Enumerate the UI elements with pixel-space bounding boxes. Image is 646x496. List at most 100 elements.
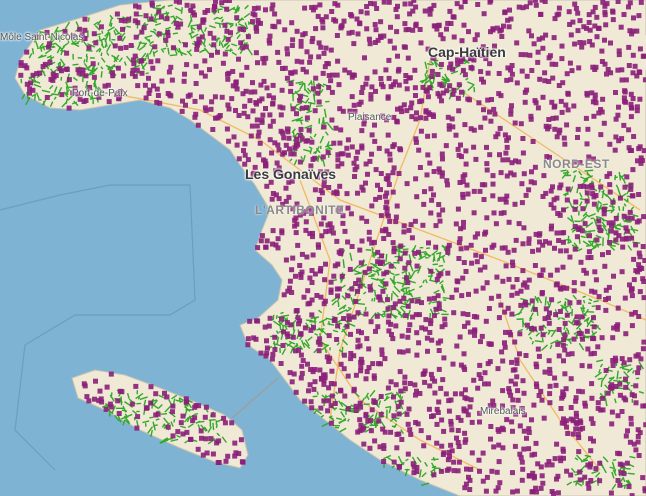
point-marker (468, 397, 474, 403)
point-marker (326, 185, 332, 190)
point-marker (556, 11, 562, 17)
point-marker (141, 25, 147, 31)
map-canvas[interactable] (0, 0, 646, 496)
point-marker (514, 80, 520, 86)
point-marker (341, 366, 347, 372)
point-marker (338, 361, 344, 367)
point-marker (148, 16, 154, 22)
point-marker (321, 301, 327, 307)
point-marker (472, 37, 478, 43)
point-marker (364, 26, 370, 32)
point-marker (458, 246, 464, 252)
point-marker (135, 83, 141, 89)
point-marker (329, 9, 335, 14)
point-marker (344, 323, 350, 329)
point-marker (609, 382, 615, 388)
point-marker (294, 308, 300, 313)
point-marker (396, 66, 402, 72)
point-marker (431, 413, 436, 419)
point-marker (572, 206, 578, 212)
point-marker (514, 40, 520, 46)
point-marker (300, 66, 306, 72)
point-marker (379, 347, 385, 353)
point-marker (466, 291, 471, 297)
point-marker (610, 17, 616, 23)
point-marker (322, 277, 328, 283)
point-marker (508, 332, 514, 338)
point-marker (323, 45, 329, 51)
point-marker (400, 349, 406, 355)
point-marker (342, 228, 348, 234)
point-marker (378, 411, 384, 417)
point-marker (554, 195, 560, 201)
point-marker (358, 404, 364, 410)
point-marker (551, 104, 557, 110)
point-marker (306, 388, 311, 394)
point-marker (385, 213, 391, 219)
map-view[interactable]: Cap-Haïtien Môle Saint-Nicolas Port-de-P… (0, 0, 646, 496)
point-marker (615, 0, 621, 4)
point-marker (253, 336, 259, 342)
point-marker (346, 316, 352, 322)
point-marker (612, 147, 618, 153)
point-marker (502, 344, 508, 350)
point-marker (461, 408, 467, 414)
point-marker (247, 98, 253, 104)
point-marker (115, 65, 121, 71)
point-marker (540, 94, 546, 100)
point-marker (139, 70, 145, 76)
point-marker (153, 391, 159, 397)
point-marker (518, 52, 524, 58)
point-marker (66, 77, 72, 83)
point-marker (577, 469, 583, 475)
point-marker (538, 325, 544, 331)
point-marker (205, 8, 211, 13)
point-marker (170, 433, 176, 439)
point-marker (316, 40, 322, 46)
point-marker (389, 332, 394, 337)
point-marker (402, 1, 408, 7)
point-marker (496, 459, 502, 465)
point-marker (271, 95, 276, 101)
point-marker (477, 419, 482, 425)
point-marker (97, 388, 103, 394)
network-segment (172, 32, 178, 35)
point-marker (610, 335, 616, 341)
point-marker (416, 249, 421, 255)
point-marker (449, 294, 455, 300)
point-marker (576, 330, 582, 336)
point-marker (478, 339, 483, 345)
point-marker (630, 52, 636, 58)
point-marker (258, 238, 264, 244)
point-marker (368, 428, 374, 434)
point-marker (576, 435, 582, 441)
point-marker (316, 196, 322, 202)
point-marker (27, 90, 33, 96)
point-marker (348, 351, 354, 356)
point-marker (399, 437, 405, 442)
point-marker (181, 78, 187, 84)
point-marker (438, 271, 444, 277)
point-marker (391, 394, 396, 400)
point-marker (568, 32, 574, 38)
point-marker (234, 142, 240, 148)
point-marker (560, 239, 566, 245)
network-segment (167, 47, 170, 55)
network-segment (627, 472, 635, 475)
point-marker (428, 268, 434, 274)
point-marker (467, 487, 473, 492)
point-marker (202, 414, 208, 420)
point-marker (465, 191, 471, 197)
point-marker (320, 70, 326, 76)
point-marker (558, 248, 564, 254)
point-marker (375, 324, 381, 330)
point-marker (133, 34, 139, 40)
point-marker (405, 280, 411, 286)
point-marker (214, 440, 220, 446)
point-marker (142, 82, 148, 88)
point-marker (310, 86, 316, 92)
point-marker (297, 263, 303, 268)
point-marker (402, 374, 408, 380)
point-marker (456, 152, 462, 158)
point-marker (592, 67, 598, 72)
